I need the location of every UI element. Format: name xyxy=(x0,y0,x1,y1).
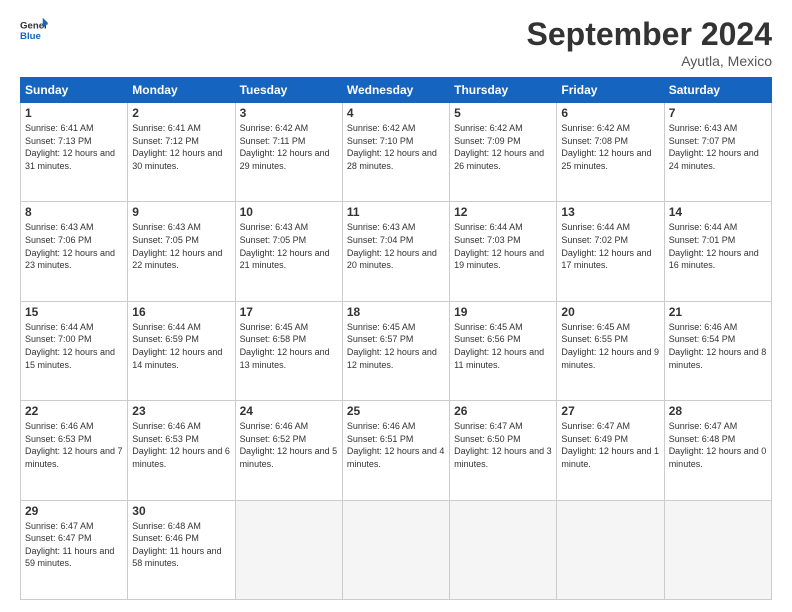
empty-cell xyxy=(342,500,449,599)
day-cell-16: 16 Sunrise: 6:44 AMSunset: 6:59 PMDaylig… xyxy=(128,301,235,400)
day-cell-13: 13 Sunrise: 6:44 AMSunset: 7:02 PMDaylig… xyxy=(557,202,664,301)
day-cell-24: 24 Sunrise: 6:46 AMSunset: 6:52 PMDaylig… xyxy=(235,401,342,500)
title-block: September 2024 Ayutla, Mexico xyxy=(527,16,772,69)
table-row: 22 Sunrise: 6:46 AMSunset: 6:53 PMDaylig… xyxy=(21,401,772,500)
empty-cell xyxy=(450,500,557,599)
col-sunday: Sunday xyxy=(21,78,128,103)
calendar-table: Sunday Monday Tuesday Wednesday Thursday… xyxy=(20,77,772,600)
table-row: 1 Sunrise: 6:41 AMSunset: 7:13 PMDayligh… xyxy=(21,103,772,202)
day-cell-7: 7 Sunrise: 6:43 AMSunset: 7:07 PMDayligh… xyxy=(664,103,771,202)
table-row: 29 Sunrise: 6:47 AMSunset: 6:47 PMDaylig… xyxy=(21,500,772,599)
month-title: September 2024 xyxy=(527,16,772,53)
day-cell-15: 15 Sunrise: 6:44 AMSunset: 7:00 PMDaylig… xyxy=(21,301,128,400)
day-cell-1: 1 Sunrise: 6:41 AMSunset: 7:13 PMDayligh… xyxy=(21,103,128,202)
day-cell-10: 10 Sunrise: 6:43 AMSunset: 7:05 PMDaylig… xyxy=(235,202,342,301)
day-cell-20: 20 Sunrise: 6:45 AMSunset: 6:55 PMDaylig… xyxy=(557,301,664,400)
col-thursday: Thursday xyxy=(450,78,557,103)
col-wednesday: Wednesday xyxy=(342,78,449,103)
empty-cell xyxy=(235,500,342,599)
calendar-page: General Blue September 2024 Ayutla, Mexi… xyxy=(0,0,792,612)
day-cell-12: 12 Sunrise: 6:44 AMSunset: 7:03 PMDaylig… xyxy=(450,202,557,301)
table-row: 15 Sunrise: 6:44 AMSunset: 7:00 PMDaylig… xyxy=(21,301,772,400)
col-tuesday: Tuesday xyxy=(235,78,342,103)
day-cell-30: 30 Sunrise: 6:48 AMSunset: 6:46 PMDaylig… xyxy=(128,500,235,599)
empty-cell xyxy=(557,500,664,599)
day-cell-9: 9 Sunrise: 6:43 AMSunset: 7:05 PMDayligh… xyxy=(128,202,235,301)
day-cell-3: 3 Sunrise: 6:42 AMSunset: 7:11 PMDayligh… xyxy=(235,103,342,202)
day-cell-21: 21 Sunrise: 6:46 AMSunset: 6:54 PMDaylig… xyxy=(664,301,771,400)
day-cell-2: 2 Sunrise: 6:41 AMSunset: 7:12 PMDayligh… xyxy=(128,103,235,202)
location-subtitle: Ayutla, Mexico xyxy=(527,53,772,69)
day-cell-27: 27 Sunrise: 6:47 AMSunset: 6:49 PMDaylig… xyxy=(557,401,664,500)
day-cell-26: 26 Sunrise: 6:47 AMSunset: 6:50 PMDaylig… xyxy=(450,401,557,500)
day-cell-6: 6 Sunrise: 6:42 AMSunset: 7:08 PMDayligh… xyxy=(557,103,664,202)
day-cell-29: 29 Sunrise: 6:47 AMSunset: 6:47 PMDaylig… xyxy=(21,500,128,599)
table-row: 8 Sunrise: 6:43 AMSunset: 7:06 PMDayligh… xyxy=(21,202,772,301)
day-cell-19: 19 Sunrise: 6:45 AMSunset: 6:56 PMDaylig… xyxy=(450,301,557,400)
empty-cell xyxy=(664,500,771,599)
col-monday: Monday xyxy=(128,78,235,103)
calendar-header-row: Sunday Monday Tuesday Wednesday Thursday… xyxy=(21,78,772,103)
col-saturday: Saturday xyxy=(664,78,771,103)
day-cell-18: 18 Sunrise: 6:45 AMSunset: 6:57 PMDaylig… xyxy=(342,301,449,400)
page-header: General Blue September 2024 Ayutla, Mexi… xyxy=(20,16,772,69)
day-cell-22: 22 Sunrise: 6:46 AMSunset: 6:53 PMDaylig… xyxy=(21,401,128,500)
day-cell-23: 23 Sunrise: 6:46 AMSunset: 6:53 PMDaylig… xyxy=(128,401,235,500)
day-cell-8: 8 Sunrise: 6:43 AMSunset: 7:06 PMDayligh… xyxy=(21,202,128,301)
svg-text:Blue: Blue xyxy=(20,31,41,42)
day-cell-28: 28 Sunrise: 6:47 AMSunset: 6:48 PMDaylig… xyxy=(664,401,771,500)
day-cell-11: 11 Sunrise: 6:43 AMSunset: 7:04 PMDaylig… xyxy=(342,202,449,301)
logo: General Blue xyxy=(20,16,48,44)
day-cell-14: 14 Sunrise: 6:44 AMSunset: 7:01 PMDaylig… xyxy=(664,202,771,301)
col-friday: Friday xyxy=(557,78,664,103)
logo-icon: General Blue xyxy=(20,16,48,44)
day-cell-5: 5 Sunrise: 6:42 AMSunset: 7:09 PMDayligh… xyxy=(450,103,557,202)
day-cell-4: 4 Sunrise: 6:42 AMSunset: 7:10 PMDayligh… xyxy=(342,103,449,202)
day-cell-25: 25 Sunrise: 6:46 AMSunset: 6:51 PMDaylig… xyxy=(342,401,449,500)
day-cell-17: 17 Sunrise: 6:45 AMSunset: 6:58 PMDaylig… xyxy=(235,301,342,400)
